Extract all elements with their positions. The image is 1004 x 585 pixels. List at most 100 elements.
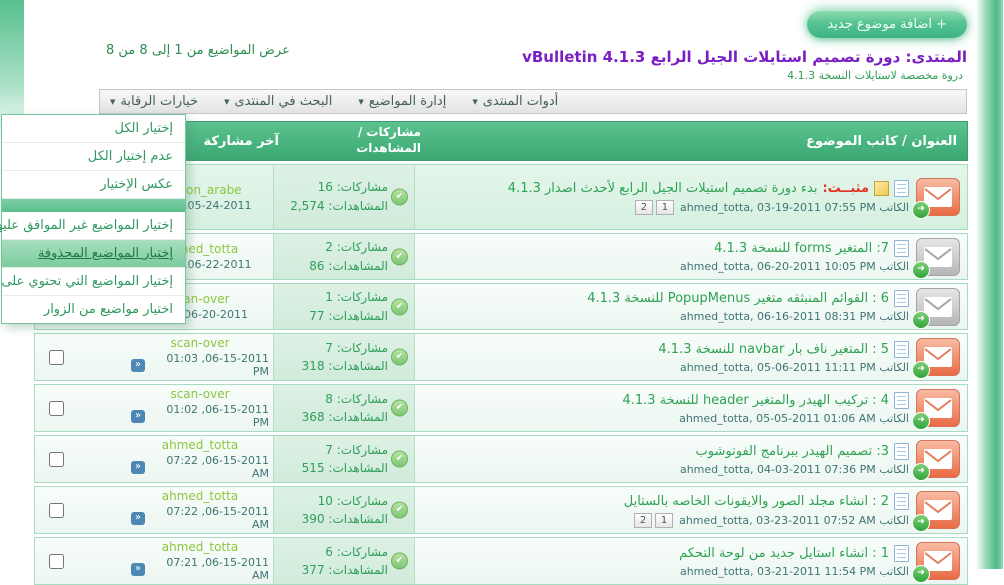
menu-item[interactable]: إختيار المواضيع التي تحتوي على مرفق — [3, 268, 186, 296]
goto-last-post-icon[interactable]: ➜ — [913, 412, 931, 430]
goto-last-post-icon[interactable]: ➜ — [913, 361, 931, 379]
forum-title: المنتدى: دورة تصميم استايلات الجيل الراب… — [523, 48, 968, 66]
page-number-link[interactable]: 2 — [636, 200, 654, 215]
approved-check-icon: ✔ — [392, 502, 409, 519]
thread-title-link[interactable]: 5 : المتغير ناف بار navbar للنسخة 4.1.3 — [659, 342, 890, 357]
thread-title-link[interactable]: بدء دورة تصميم استيلات الجيل الرابع لأحد… — [509, 181, 819, 196]
menu-item[interactable]: إختيار الكل — [3, 115, 186, 143]
thread-title-link[interactable]: 1 : انشاء استايل جديد من لوحة التحكم — [680, 546, 890, 561]
last-post-arrow-icon[interactable]: « — [132, 359, 146, 372]
views-count: 377 — [303, 563, 326, 577]
page-number-link[interactable]: 2 — [635, 513, 653, 528]
thread-select-checkbox[interactable] — [50, 452, 65, 467]
views-label: المشاهدات: — [329, 259, 389, 273]
last-post-user[interactable]: ahmed_totta — [163, 438, 239, 452]
last-post-cell: scan-over 06-15-2011, 01:03 PM « — [128, 334, 274, 380]
thread-select-checkbox[interactable] — [50, 350, 65, 365]
toolbar-item-search-forum[interactable]: البحث في المنتدى ▼ — [225, 94, 333, 109]
toolbar-item-manage-threads[interactable]: إدارة المواضيع ▼ — [359, 94, 447, 109]
thread-select-checkbox[interactable] — [50, 503, 65, 518]
thread-stats-cell: ✔ مشاركات: 7 المشاهدات: 515 — [274, 436, 416, 482]
thread-stats-cell: ✔ مشاركات: 16 المشاهدات: 2,574 — [274, 165, 416, 229]
menu-item[interactable]: إختيار المواضيع المحذوفة — [3, 240, 186, 268]
last-post-date: 06-15-2011, 07:22 AM — [150, 454, 270, 480]
last-post-user[interactable]: ahmed_totta — [163, 540, 239, 554]
chevron-down-icon: ▼ — [473, 98, 478, 106]
menu-item[interactable]: عدم إختيار الكل — [3, 143, 186, 171]
posts-label: مشاركات: — [338, 240, 389, 254]
page-links: 12 — [636, 200, 675, 215]
last-post-date: 06-15-2011, 07:22 AM — [150, 505, 270, 531]
goto-last-post-icon[interactable]: ➜ — [913, 261, 931, 279]
thread-title-cell: ➜ 6 : القوائم المنبثقه متغير PopupMenus … — [416, 284, 968, 329]
goto-last-post-icon[interactable]: ➜ — [913, 514, 931, 532]
views-label: المشاهدات: — [329, 199, 389, 213]
posts-label: مشاركات: — [338, 290, 389, 304]
thread-text-block: 2 : انشاء مجلد الصور والايقونات الخاصه ب… — [423, 493, 910, 528]
page-number-link[interactable]: 1 — [656, 513, 674, 528]
table-row: ➜ 4 : تركيب الهيدر والمتغير header للنسخ… — [35, 384, 969, 432]
last-post-user[interactable]: scan-over — [171, 387, 230, 401]
toolbar-item-label: البحث في المنتدى — [235, 94, 333, 109]
posts-label: مشاركات: — [338, 443, 389, 457]
approved-check-icon: ✔ — [392, 189, 409, 206]
menu-item[interactable]: إختيار المواضيع غير الموافق عليها — [3, 212, 186, 240]
posts-label: مشاركات: — [338, 494, 389, 508]
goto-last-post-icon[interactable]: ➜ — [913, 311, 931, 329]
views-count: 77 — [310, 309, 325, 323]
thread-title-link[interactable]: 2 : انشاء مجلد الصور والايقونات الخاصه ب… — [625, 494, 890, 509]
new-thread-button[interactable]: + اضافة موضوع جديد — [808, 10, 968, 38]
posts-count: 1 — [326, 290, 334, 304]
last-post-date: 06-15-2011, 01:03 PM — [150, 352, 270, 378]
thread-text-block: 5 : المتغير ناف بار navbar للنسخة 4.1.3 … — [423, 341, 910, 374]
toolbar-item-forum-tools[interactable]: أدوات المنتدى ▼ — [473, 94, 559, 109]
thread-select-checkbox[interactable] — [50, 554, 65, 569]
last-post-user[interactable]: ahmed_totta — [163, 489, 239, 503]
views-count: 390 — [303, 512, 326, 526]
thread-doc-icon — [895, 341, 910, 358]
page-number-link[interactable]: 1 — [657, 200, 675, 215]
thread-text-block: 6 : القوائم المنبثقه متغير PopupMenus لل… — [423, 290, 910, 323]
last-post-cell: ahmed_totta 06-15-2011, 07:22 AM « — [128, 487, 274, 533]
posts-label: مشاركات: — [338, 545, 389, 559]
last-post-arrow-icon[interactable]: « — [132, 410, 146, 423]
views-label: المشاهدات: — [329, 512, 389, 526]
thread-text-block: 1 : انشاء استايل جديد من لوحة التحكم الك… — [423, 545, 910, 578]
menu-item[interactable]: اختيار مواضيع من الزوار — [3, 296, 186, 323]
last-post-arrow-icon[interactable]: « — [132, 512, 146, 525]
goto-last-post-icon[interactable]: ➜ — [913, 463, 931, 481]
envelope-icon: ➜ — [917, 491, 961, 529]
thread-doc-icon — [895, 290, 910, 307]
thread-title-cell: ➜ 7: المتغير forms للنسخة 4.1.3 الكاتب a… — [416, 234, 968, 279]
goto-last-post-icon[interactable]: ➜ — [913, 565, 931, 583]
toolbar-item-moderation-options[interactable]: خيارات الرقابة ▼ — [111, 94, 199, 109]
goto-last-post-icon[interactable]: ➜ — [913, 201, 931, 219]
envelope-icon: ➜ — [917, 389, 961, 427]
thread-text-block: مثبــت: بدء دورة تصميم استيلات الجيل الر… — [423, 180, 910, 215]
last-post-user[interactable]: scan-over — [171, 336, 230, 350]
last-post-arrow-icon[interactable]: « — [132, 461, 146, 474]
approved-check-icon: ✔ — [392, 451, 409, 468]
thread-select-cell — [36, 436, 128, 482]
last-post-arrow-icon[interactable]: « — [132, 563, 146, 576]
thread-title-link[interactable]: 3: تصميم الهيدر ببرنامج الفوتوشوب — [697, 444, 890, 459]
chevron-down-icon: ▼ — [359, 98, 364, 106]
thread-title-link[interactable]: 7: المتغير forms للنسخة 4.1.3 — [715, 241, 890, 256]
thread-doc-icon — [895, 240, 910, 257]
thread-title-link[interactable]: 6 : القوائم المنبثقه متغير PopupMenus لل… — [588, 291, 890, 306]
views-count: 515 — [303, 461, 326, 475]
thread-select-cell — [36, 487, 128, 533]
envelope-icon: ➜ — [917, 338, 961, 376]
table-row: ➜ 3: تصميم الهيدر ببرنامج الفوتوشوب الكا… — [35, 435, 969, 483]
envelope-icon: ➜ — [917, 288, 961, 326]
thread-author-line: الكاتب ahmed_totta, 03-19-2011 07:55 PM — [681, 201, 910, 214]
last-post-cell: scan-over 06-15-2011, 01:02 PM « — [128, 385, 274, 431]
sticky-note-icon — [875, 181, 890, 196]
thread-title-link[interactable]: 4 : تركيب الهيدر والمتغير header للنسخة … — [623, 393, 890, 408]
chevron-down-icon: ▼ — [225, 98, 230, 106]
thread-select-checkbox[interactable] — [50, 401, 65, 416]
approved-check-icon: ✔ — [392, 298, 409, 315]
table-row: ➜ 5 : المتغير ناف بار navbar للنسخة 4.1.… — [35, 333, 969, 381]
menu-item[interactable]: عكس الإختيار — [3, 171, 186, 199]
envelope-icon: ➜ — [917, 440, 961, 478]
